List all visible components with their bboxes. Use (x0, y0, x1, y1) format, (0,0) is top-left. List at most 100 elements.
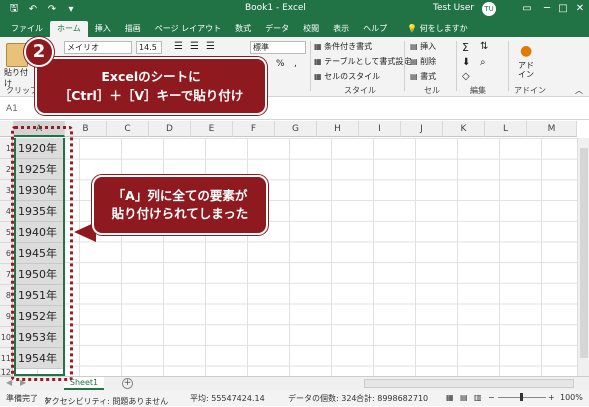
cond-format-icon: ▦ (314, 42, 322, 51)
status-count: データの個数: 324 (288, 394, 357, 403)
align-middle-icon[interactable]: ☰ (190, 41, 199, 52)
zoom-level[interactable]: 100% (560, 393, 583, 402)
tell-me-label: 何をしますか (419, 24, 468, 33)
normal-view-icon[interactable]: ▦ (446, 393, 454, 402)
worksheet-grid[interactable] (14, 138, 577, 376)
column-header[interactable]: H (317, 121, 359, 137)
column-header[interactable]: K (443, 121, 485, 137)
lightbulb-icon: 💡 (407, 24, 418, 33)
conditional-format-button[interactable]: ▦ 条件付き書式 (314, 41, 372, 52)
format-as-table-button[interactable]: ▦ テーブルとして書式設定 (314, 56, 411, 67)
font-name-select[interactable]: メイリオ (64, 41, 132, 54)
clear-icon[interactable]: ◇ (462, 71, 470, 82)
vertical-scroll-thumb[interactable] (580, 148, 588, 358)
column-header[interactable]: D (149, 121, 191, 137)
ribbon-separator (404, 41, 405, 91)
delete-icon: ▤ (410, 57, 418, 66)
addin-button-label[interactable]: アド イン (518, 61, 534, 79)
result-callout-line2: 貼り付けられてしまった (111, 206, 249, 221)
add-sheet-icon[interactable]: + (122, 378, 133, 389)
column-header[interactable]: F (233, 121, 275, 137)
format-cells-button[interactable]: ▤ 書式 (410, 71, 436, 82)
window-title: Book1 - Excel (245, 3, 306, 13)
column-header[interactable]: L (485, 121, 527, 137)
number-format-select[interactable]: 標準 (250, 41, 306, 54)
tab-draw[interactable]: 描画 (118, 21, 148, 37)
insert-label: 挿入 (420, 42, 437, 51)
align-top-icon[interactable]: ☰ (174, 41, 183, 52)
comma-icon[interactable]: , (294, 59, 297, 69)
ribbon-display-icon[interactable]: ▭ (520, 2, 534, 16)
tab-review[interactable]: 校閲 (296, 21, 326, 37)
zoom-out-icon[interactable]: − (488, 393, 495, 402)
avatar[interactable]: TU (482, 2, 496, 16)
vertical-scrollbar[interactable] (577, 138, 589, 376)
page-break-view-icon[interactable]: ▥ (474, 393, 482, 402)
tab-file[interactable]: ファイル (4, 21, 50, 37)
step-callout-line2: ［Ctrl］＋［V］キーで貼り付け (58, 88, 244, 103)
zoom-in-icon[interactable]: + (548, 393, 555, 402)
tab-page-layout[interactable]: ページ レイアウト (148, 21, 228, 37)
delete-cells-button[interactable]: ▤ 削除 (410, 56, 436, 67)
undo-icon[interactable]: ↶ (27, 4, 39, 15)
find-select-icon[interactable]: ⌕ (480, 57, 486, 68)
format-label: 書式 (420, 72, 437, 81)
cond-format-label: 条件付き書式 (324, 42, 373, 51)
format-icon: ▤ (410, 72, 418, 81)
column-header[interactable]: I (359, 121, 401, 137)
sheet-tab-bar: ◀ ▶ Sheet1 + (0, 376, 589, 390)
title-bar: 🖫 ↶ ↷ ▾ Book1 - Excel Test User TU ▭ ─ □… (0, 0, 589, 19)
tell-me-search[interactable]: 💡 何をしますか (400, 21, 475, 37)
step-callout: Excelのシートに ［Ctrl］＋［V］キーで貼り付け (35, 57, 267, 115)
status-ready: 準備完了 (6, 394, 38, 403)
ribbon-separator (508, 41, 509, 91)
quick-access-toolbar: 🖫 ↶ ↷ ▾ (0, 1, 77, 18)
cell-style-label: セルのスタイル (324, 72, 381, 81)
cell-group-label: セル (424, 86, 440, 95)
tab-formulas[interactable]: 数式 (228, 21, 258, 37)
addin-group-label: アドイン (514, 86, 546, 95)
status-average: 平均: 55547424.14 (190, 394, 265, 403)
column-header[interactable]: E (191, 121, 233, 137)
step-callout-line1: Excelのシートに (101, 69, 201, 84)
table-icon: ▦ (314, 57, 322, 66)
insert-cells-button[interactable]: ▤ 挿入 (410, 41, 436, 52)
insert-icon: ▤ (410, 42, 418, 51)
save-icon[interactable]: 🖫 (8, 1, 20, 18)
fill-icon[interactable]: ⬇ (462, 57, 470, 68)
font-size-select[interactable]: 14.5 (136, 41, 162, 54)
result-callout-line1: 「A」列に全ての要素が (112, 188, 248, 203)
ribbon-separator (456, 41, 457, 91)
column-header[interactable]: M (527, 121, 577, 137)
column-header[interactable]: C (107, 121, 149, 137)
minimize-icon[interactable]: ─ (540, 2, 554, 16)
status-bar: 準備完了 ♿ アクセシビリティ: 問題ありません 平均: 55547424.14… (0, 390, 589, 406)
customize-qat-icon[interactable]: ▾ (65, 4, 77, 15)
edit-group-label: 編集 (470, 86, 486, 95)
tab-view[interactable]: 表示 (326, 21, 356, 37)
user-name[interactable]: Test User (433, 3, 474, 13)
sort-filter-icon[interactable]: ⇅ (480, 41, 488, 52)
page-layout-view-icon[interactable]: ▤ (460, 393, 468, 402)
style-group-label: スタイル (344, 86, 376, 95)
autosum-icon[interactable]: Σ (462, 41, 469, 54)
close-icon[interactable]: ✕ (573, 2, 587, 16)
percent-icon[interactable]: % (276, 59, 285, 69)
column-header[interactable]: G (275, 121, 317, 137)
column-header[interactable]: J (401, 121, 443, 137)
column-a-highlight (11, 126, 73, 381)
maximize-icon[interactable]: □ (556, 2, 570, 16)
cell-styles-button[interactable]: ▦ セルのスタイル (314, 71, 380, 82)
table-format-label: テーブルとして書式設定 (324, 57, 412, 66)
align-bottom-icon[interactable]: ☰ (206, 41, 215, 52)
tab-data[interactable]: データ (258, 21, 296, 37)
redo-icon[interactable]: ↷ (46, 4, 58, 15)
collapse-ribbon-icon[interactable]: ︿ (575, 85, 583, 96)
zoom-slider-thumb[interactable] (520, 393, 523, 401)
tab-help[interactable]: ヘルプ (356, 21, 394, 37)
ribbon-separator (310, 41, 311, 91)
horizontal-scrollbar[interactable] (364, 379, 574, 388)
tab-home[interactable]: ホーム (50, 21, 88, 37)
tab-insert[interactable]: 挿入 (88, 21, 118, 37)
addin-icon[interactable]: ● (520, 43, 532, 59)
